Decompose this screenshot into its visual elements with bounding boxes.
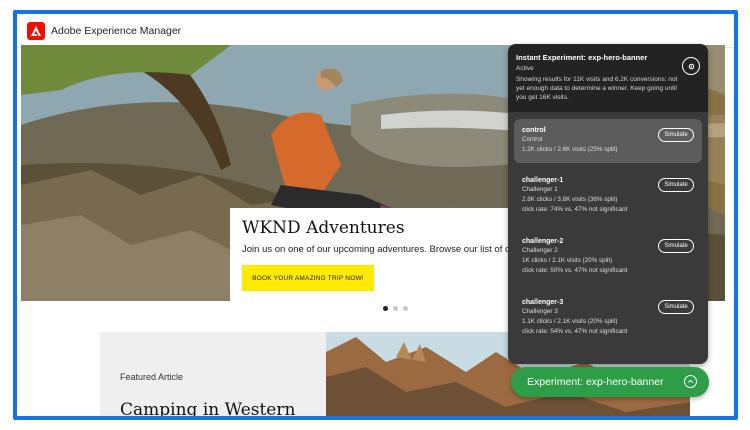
carousel-dot[interactable]	[403, 306, 408, 311]
hero-title: WKND Adventures	[242, 218, 405, 238]
hero-description: Join us on one of our upcoming adventure…	[242, 244, 513, 255]
featured-article-card: Featured Article Camping in Western	[100, 332, 326, 416]
featured-article-title[interactable]: Camping in Western	[120, 400, 326, 416]
variant-rate: click rate: 54% vs. 47% not significant	[522, 328, 628, 335]
top-bar: Adobe Experience Manager	[17, 14, 734, 48]
gear-icon[interactable]	[682, 57, 700, 75]
featured-article-label: Featured Article	[120, 372, 184, 382]
carousel-indicators	[383, 306, 408, 311]
chevron-up-icon	[684, 375, 697, 388]
variant-stats: 1.2K clicks / 2.6K visits (25% split)	[522, 146, 618, 153]
variant-challenger-3[interactable]: challenger-3 Challenger 3 1.1K clicks / …	[514, 291, 702, 351]
variant-stats: 2.8K clicks / 3.8K visits (36% split)	[522, 196, 618, 203]
simulate-button[interactable]: Simulate	[658, 128, 694, 142]
experiment-pill-label: Experiment: exp-hero-banner	[527, 376, 664, 388]
experiment-title: Instant Experiment: exp-hero-banner	[516, 53, 648, 62]
variant-stats: 1.1K clicks / 2.1K visits (20% split)	[522, 318, 618, 325]
experiment-toggle-button[interactable]: Experiment: exp-hero-banner	[511, 367, 709, 397]
variant-rate: click rate: 74% vs. 47% not significant	[522, 206, 628, 213]
simulate-button[interactable]: Simulate	[658, 239, 694, 253]
variant-control[interactable]: control Control 1.2K clicks / 2.6K visit…	[514, 119, 702, 163]
experiment-header: Instant Experiment: exp-hero-banner Acti…	[508, 44, 708, 112]
experiment-note: Showing results for 11K visits and 6.2K …	[516, 76, 678, 101]
variant-challenger-1[interactable]: challenger-1 Challenger 1 2.8K clicks / …	[514, 169, 702, 229]
carousel-dot[interactable]	[393, 306, 398, 311]
variant-challenger-2[interactable]: challenger-2 Challenger 2 1K clicks / 2.…	[514, 230, 702, 290]
variant-stats: 1K clicks / 2.1K visits (20% split)	[522, 257, 613, 264]
simulate-button[interactable]: Simulate	[658, 178, 694, 192]
simulate-button[interactable]: Simulate	[658, 300, 694, 314]
page-frame: Adobe Experience Manager WKND Adventures…	[13, 10, 738, 420]
adobe-logo-icon	[27, 21, 45, 40]
experiment-panel: Instant Experiment: exp-hero-banner Acti…	[508, 44, 708, 364]
experiment-status: Active	[516, 65, 534, 72]
hero-card: WKND Adventures Join us on one of our up…	[230, 208, 525, 301]
book-trip-button[interactable]: BOOK YOUR AMAZING TRIP NOW!	[242, 265, 374, 291]
carousel-dot[interactable]	[383, 306, 388, 311]
variant-rate: click rate: 50% vs. 47% not significant	[522, 267, 628, 274]
app-title: Adobe Experience Manager	[51, 24, 182, 37]
